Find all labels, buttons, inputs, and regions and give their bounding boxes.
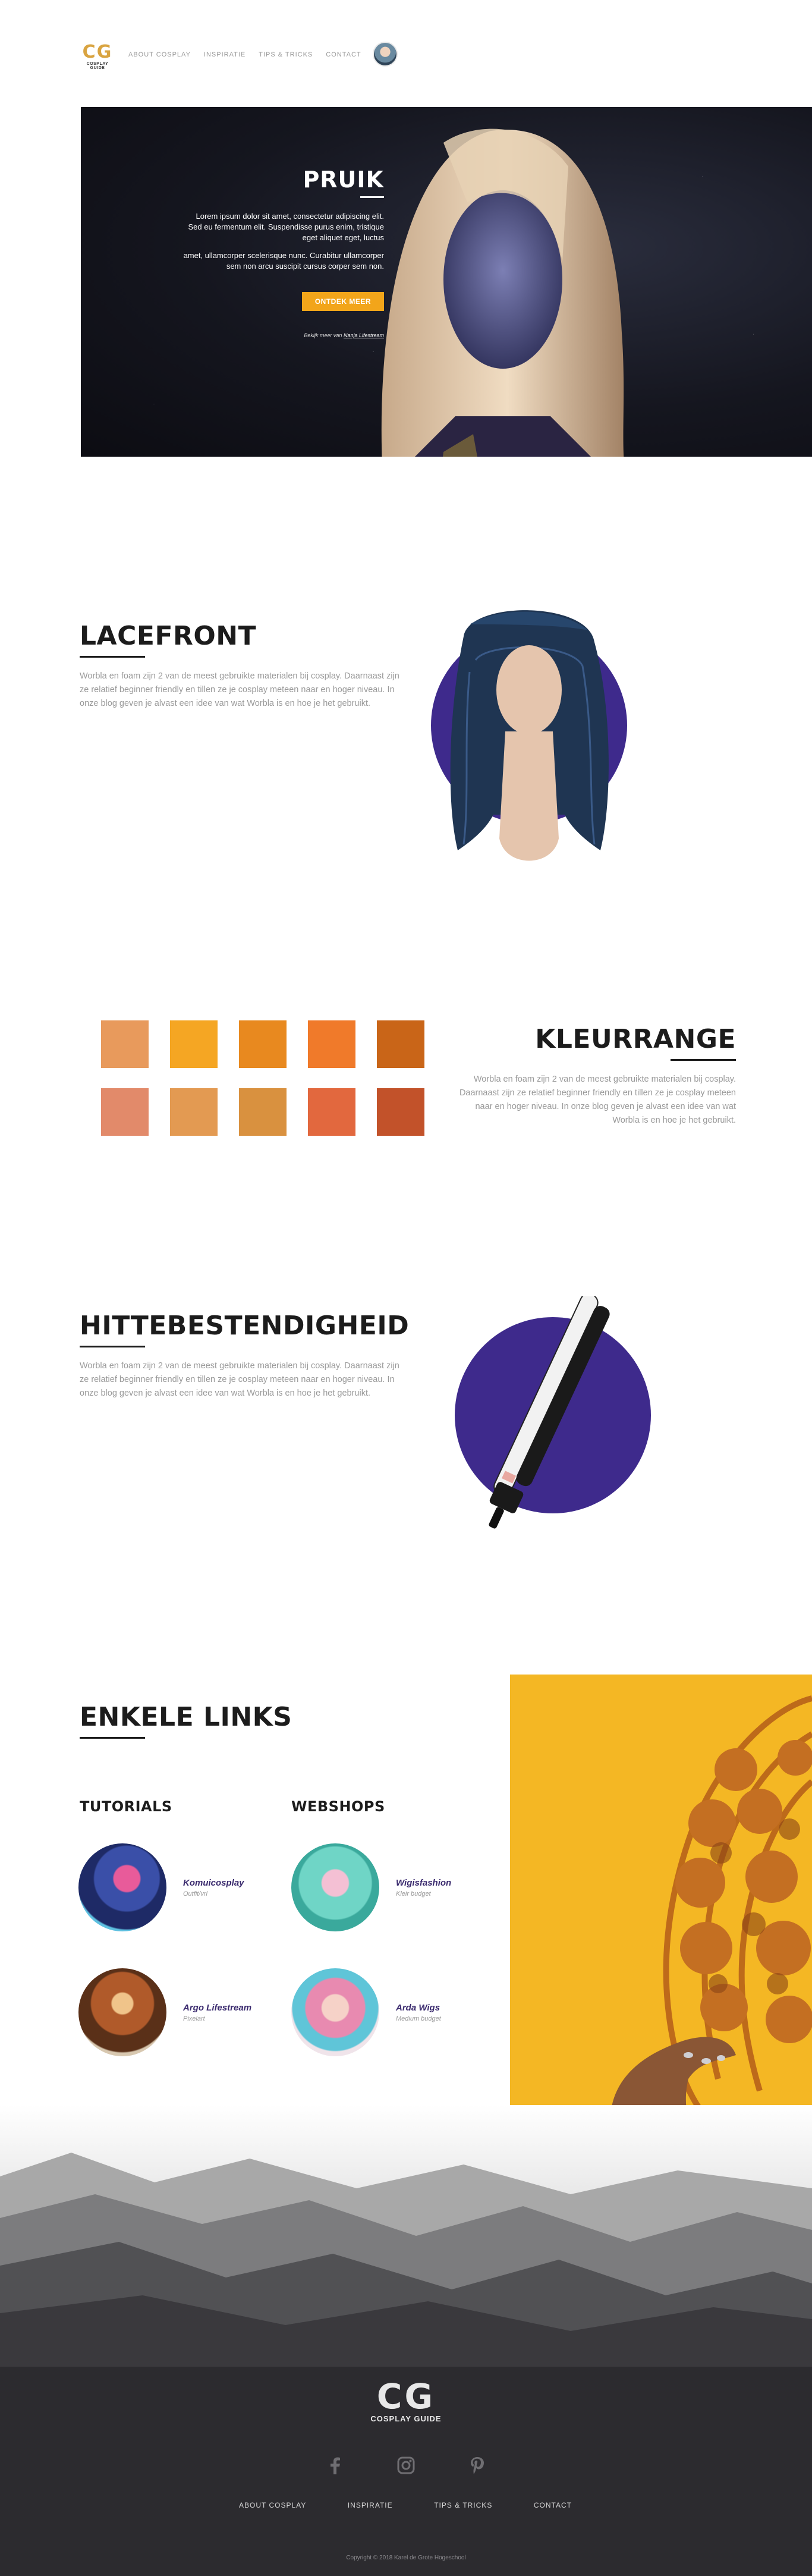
argo-lifestream-thumbnail — [78, 1968, 166, 2056]
kleurrange-divider — [671, 1059, 736, 1061]
links-section-heading: ENKELE LINKS — [80, 1702, 436, 1751]
lacefront-body: Worbla en foam zijn 2 van de meest gebru… — [80, 671, 399, 708]
lacefront-wig-image — [431, 610, 627, 861]
link-name: Argo Lifestream — [183, 2002, 252, 2013]
logo-mark: CG — [82, 42, 113, 62]
komuicosplay-thumbnail — [78, 1843, 166, 1931]
hero-credit-prefix: Bekijk meer van — [304, 332, 342, 338]
link-card-text: Wigisfashion Kleir budget — [396, 1878, 451, 1898]
hero-text: PRUIK Lorem ipsum dolor sit amet, consec… — [182, 167, 384, 338]
social-links — [324, 2455, 488, 2476]
link-card-text: Komuicosplay Outfit/vrl — [183, 1878, 244, 1898]
kleurrange-section: KLEURRANGE Worbla en foam zijn 2 van de … — [452, 1024, 736, 1127]
wigisfashion-thumbnail — [291, 1843, 379, 1931]
link-desc: Kleir budget — [396, 1890, 431, 1898]
hero-banner: PRUIK Lorem ipsum dolor sit amet, consec… — [81, 107, 812, 457]
hittebestendigheid-section: HITTEBESTENDIGHEID Worbla en foam zijn 2… — [80, 1311, 410, 1400]
footer-nav-tips-tricks[interactable]: TIPS & TRICKS — [434, 2501, 492, 2509]
links-divider — [80, 1737, 145, 1739]
ontdek-meer-button[interactable]: ONTDEK MEER — [301, 292, 384, 311]
hero-cosplayer-image — [381, 128, 624, 457]
curly-hair-image — [510, 1675, 812, 2136]
hittebestendigheid-title: HITTEBESTENDIGHEID — [80, 1311, 410, 1341]
link-card-text: Arda Wigs Medium budget — [396, 2003, 441, 2022]
nav-contact[interactable]: CONTACT — [326, 51, 361, 58]
kleurrange-title: KLEURRANGE — [535, 1024, 736, 1054]
color-swatch[interactable] — [308, 1020, 355, 1068]
links-title: ENKELE LINKS — [80, 1702, 292, 1732]
footer-nav-about-cosplay[interactable]: ABOUT COSPLAY — [239, 2501, 306, 2509]
link-name: Komuicosplay — [183, 1877, 244, 1888]
hittebestendigheid-body: Worbla en foam zijn 2 van de meest gebru… — [80, 1361, 399, 1398]
footer-copyright: Copyright © 2018 Karel de Grote Hogescho… — [346, 2555, 466, 2561]
hittebestendigheid-divider — [80, 1346, 145, 1347]
color-swatch[interactable] — [377, 1020, 424, 1068]
color-swatch-grid — [101, 1020, 424, 1136]
arda-wigs-thumbnail — [291, 1968, 379, 2056]
color-swatch[interactable] — [101, 1020, 149, 1068]
link-desc: Pixelart — [183, 2015, 205, 2022]
avatar[interactable] — [373, 42, 398, 67]
footer-nav: ABOUT COSPLAY INSPIRATIE TIPS & TRICKS C… — [239, 2501, 572, 2509]
hair-straightener-image — [455, 1296, 651, 1529]
link-card-argo-lifestream[interactable]: Argo Lifestream Pixelart — [78, 1968, 251, 2056]
instagram-icon[interactable] — [395, 2455, 417, 2476]
footer-logo-subtitle: COSPLAY GUIDE — [370, 2414, 442, 2423]
link-card-komuicosplay[interactable]: Komuicosplay Outfit/vrl — [78, 1843, 244, 1931]
lacefront-section: LACEFRONT Worbla en foam zijn 2 van de m… — [80, 621, 401, 711]
link-card-arda-wigs[interactable]: Arda Wigs Medium budget — [291, 1968, 441, 2056]
facebook-icon[interactable] — [324, 2455, 345, 2476]
color-swatch[interactable] — [239, 1020, 287, 1068]
footer-nav-contact[interactable]: CONTACT — [534, 2501, 572, 2509]
color-swatch[interactable] — [170, 1088, 218, 1136]
kleurrange-body: Worbla en foam zijn 2 van de meest gebru… — [459, 1075, 736, 1125]
lacefront-title: LACEFRONT — [80, 621, 257, 651]
footer-logo[interactable]: CG COSPLAY GUIDE — [361, 2379, 451, 2423]
logo-subtitle: COSPLAY GUIDE — [86, 62, 109, 70]
hero-body-2: amet, ullamcorper scelerisque nunc. Cura… — [183, 251, 384, 271]
color-swatch[interactable] — [170, 1020, 218, 1068]
mountains-background — [0, 2105, 812, 2367]
lacefront-divider — [80, 656, 145, 658]
hero-title: PRUIK — [303, 167, 384, 193]
hero-body-1: Lorem ipsum dolor sit amet, consectetur … — [188, 212, 384, 242]
color-swatch[interactable] — [239, 1088, 287, 1136]
tutorials-heading: TUTORIALS — [80, 1798, 172, 1815]
hero-credit: Bekijk meer van Nanja Lifestream — [182, 332, 384, 338]
link-name: Arda Wigs — [396, 2002, 440, 2013]
nav-tips-tricks[interactable]: TIPS & TRICKS — [259, 51, 313, 58]
nav-inspiratie[interactable]: INSPIRATIE — [204, 51, 246, 58]
link-desc: Medium budget — [396, 2015, 441, 2022]
link-desc: Outfit/vrl — [183, 1890, 207, 1898]
nav-links: ABOUT COSPLAY INSPIRATIE TIPS & TRICKS C… — [128, 51, 361, 58]
color-swatch[interactable] — [308, 1088, 355, 1136]
top-nav: CG COSPLAY GUIDE ABOUT COSPLAY INSPIRATI… — [0, 0, 812, 107]
curly-hair-illustration — [610, 1695, 812, 2136]
nav-about-cosplay[interactable]: ABOUT COSPLAY — [128, 51, 191, 58]
hero-divider — [360, 196, 384, 198]
webshops-heading: WEBSHOPS — [291, 1798, 385, 1815]
logo[interactable]: CG COSPLAY GUIDE — [80, 42, 115, 71]
footer-logo-mark: CG — [376, 2376, 436, 2417]
pinterest-icon[interactable] — [467, 2455, 488, 2476]
color-swatch[interactable] — [101, 1088, 149, 1136]
hero-credit-link[interactable]: Nanja Lifestream — [344, 332, 384, 338]
link-card-text: Argo Lifestream Pixelart — [183, 2003, 251, 2022]
footer-nav-inspiratie[interactable]: INSPIRATIE — [348, 2501, 393, 2509]
color-swatch[interactable] — [377, 1088, 424, 1136]
link-card-wigisfashion[interactable]: Wigisfashion Kleir budget — [291, 1843, 451, 1931]
link-name: Wigisfashion — [396, 1877, 452, 1888]
